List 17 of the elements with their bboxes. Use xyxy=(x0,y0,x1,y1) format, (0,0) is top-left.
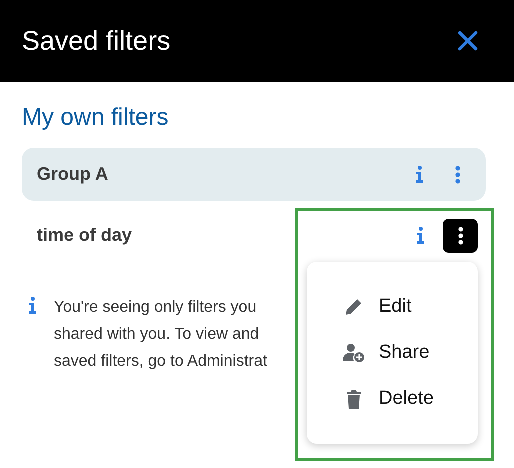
kebab-icon xyxy=(458,226,464,244)
menu-item[interactable]: Edit xyxy=(307,284,478,330)
info-icon xyxy=(28,297,38,314)
close-icon[interactable] xyxy=(457,30,479,52)
filter-row[interactable]: Group A xyxy=(22,148,486,201)
menu-item[interactable]: Delete xyxy=(307,376,478,422)
section-heading: My own filters xyxy=(22,104,169,132)
kebab-icon xyxy=(455,166,461,184)
info-icon[interactable] xyxy=(416,166,424,183)
info-icon[interactable] xyxy=(417,227,425,244)
more-options-button[interactable] xyxy=(443,218,478,252)
filter-name[interactable]: time of day xyxy=(37,225,132,246)
menu-item[interactable]: Share xyxy=(307,330,478,376)
filter-name[interactable]: Group A xyxy=(37,164,108,185)
person-add-icon xyxy=(343,343,365,363)
panel-title: Saved filters xyxy=(22,26,171,56)
info-text: You're seeing only filters you shared with you. To view and saved filters, go to Administrat xyxy=(54,298,268,372)
